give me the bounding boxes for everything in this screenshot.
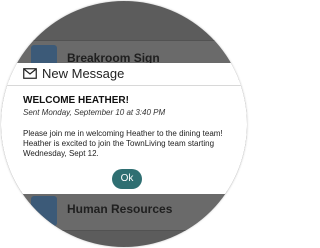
zoomed-view: Breakroom Sign Human Resources New Messa… <box>1 1 247 247</box>
ok-button[interactable]: Ok <box>112 169 142 189</box>
screen: Breakroom Sign Human Resources New Messa… <box>0 0 251 248</box>
message-heading: WELCOME HEATHER! <box>23 95 129 106</box>
human-resources-thumbnail <box>31 196 57 226</box>
message-body: Please join me in welcoming Heather to t… <box>23 129 223 158</box>
message-sent-time: Sent Monday, September 10 at 3:40 PM <box>23 108 166 117</box>
dialog-header: New Message <box>1 63 247 86</box>
envelope-icon <box>23 68 37 79</box>
list-item-label: Human Resources <box>67 202 173 216</box>
dialog-title: New Message <box>42 66 125 81</box>
list-item-human-resources[interactable]: Human Resources <box>1 191 247 231</box>
new-message-dialog: New Message WELCOME HEATHER! Sent Monday… <box>1 63 247 194</box>
